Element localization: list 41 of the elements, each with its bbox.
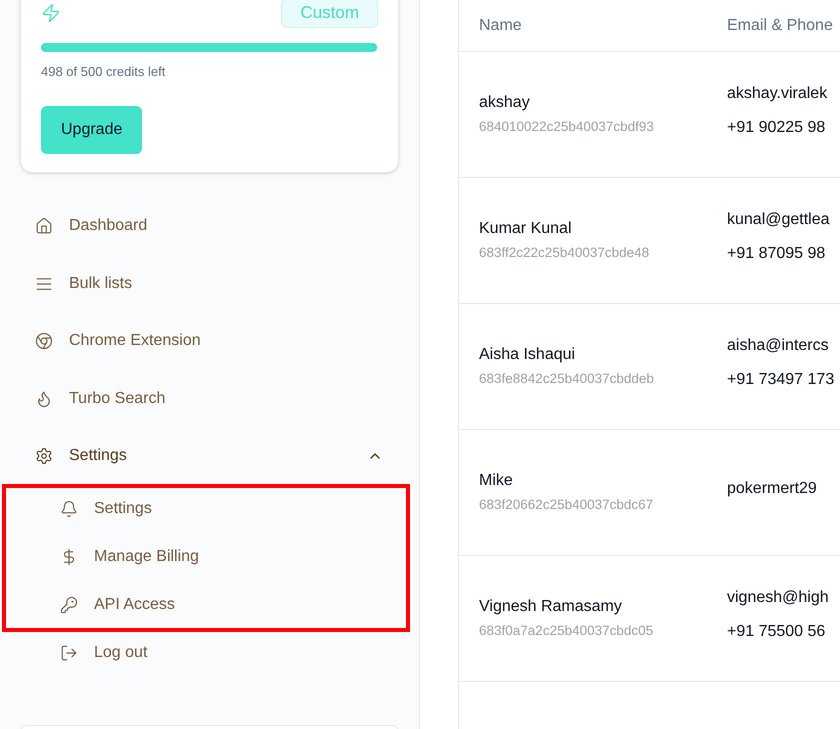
credits-text: 498 of 500 credits left <box>41 63 166 81</box>
sidebar-subitem[interactable]: Manage Billing <box>20 533 399 581</box>
sidebar-item[interactable]: Bulk lists <box>20 255 399 312</box>
lightning-icon <box>41 3 61 23</box>
plan-badge: Custom <box>281 0 378 28</box>
upgrade-button[interactable]: Upgrade <box>41 106 142 154</box>
settings-icon <box>35 447 53 466</box>
contact-phone: +91 75500 56 <box>727 622 826 642</box>
logout-icon <box>60 644 78 662</box>
flame-icon <box>35 390 53 408</box>
column-header: Name <box>479 16 523 36</box>
contact-phone: +91 90225 98 <box>727 118 826 138</box>
bell-icon <box>60 500 78 518</box>
contact-id: 683f0a7a2c25b40037cbdc05 <box>479 622 654 640</box>
contact-id: 683fe8842c25b40037cbddeb <box>479 370 655 388</box>
contact-name: akshay <box>479 93 531 114</box>
contact-phone: +91 87095 98 <box>727 244 826 264</box>
sidebar-item[interactable]: Settings <box>20 428 399 485</box>
chrome-icon <box>35 332 53 350</box>
contact-name: Kumar Kunal <box>479 219 572 240</box>
contact-id: 683f20662c25b40037cbdc67 <box>479 496 654 514</box>
column-header: Email & Phone <box>727 16 833 36</box>
contact-name: Vignesh Ramasamy <box>479 597 623 618</box>
home-icon <box>35 217 53 236</box>
contact-name: Aisha Ishaqui <box>479 345 576 366</box>
contact-id: 683ff2c22c25b40037cbde48 <box>479 244 650 262</box>
sidebar-subitem[interactable]: API Access <box>20 581 399 629</box>
contact-email: pokermert29 <box>727 478 817 498</box>
sidebar-subitem[interactable]: Settings <box>20 485 399 533</box>
sidebar-item[interactable]: Chrome Extension <box>20 312 399 370</box>
contact-name: Mike <box>479 471 514 492</box>
key-icon <box>60 596 78 614</box>
contact-id: 684010022c25b40037cbdf93 <box>479 118 655 136</box>
contact-email: aisha@intercs <box>727 336 830 356</box>
sidebar-subitem[interactable]: Log out <box>20 629 399 677</box>
sidebar-item[interactable]: Dashboard <box>20 198 399 255</box>
contact-email: vignesh@high <box>727 588 829 608</box>
sidebar-item[interactable]: Turbo Search <box>20 370 399 428</box>
contact-email: akshay.viralek <box>727 84 828 104</box>
contact-phone: +91 73497 173 <box>727 370 834 390</box>
contact-email: kunal@gettlea <box>727 210 830 230</box>
